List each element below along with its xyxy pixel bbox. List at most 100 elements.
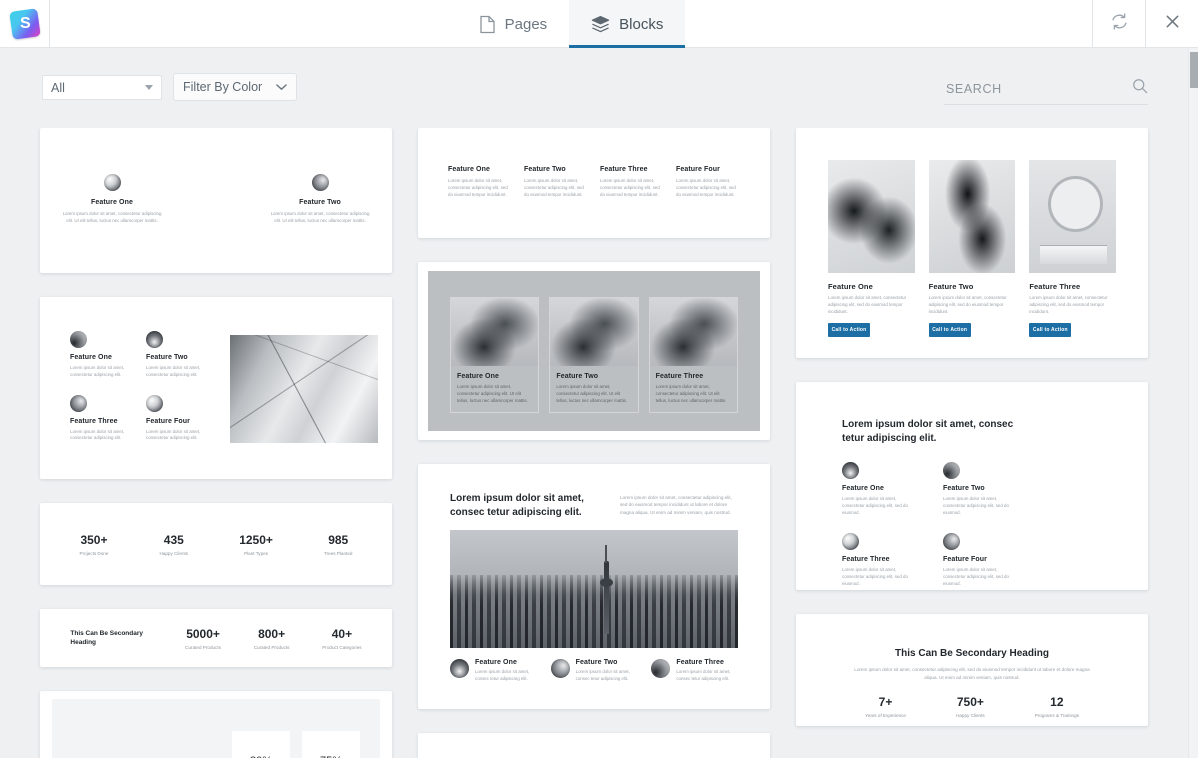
stat-value: 985 [328,532,349,547]
block-feature: Feature One Lorem ipsum dolor sit amet, … [448,166,512,226]
block-card-heading-with-six-features[interactable]: Lorem ipsum dolor sit amet, consec tetur… [796,382,1148,590]
stat-label: Trees Planted [324,550,353,556]
feature-body: Lorem ipsum dolor sit amet, consectetur … [655,384,727,403]
feature-body: Lorem ipsum dolor sit amet, consectetur … [1029,295,1108,314]
blocks-column-3: Feature One Lorem ipsum dolor sit amet, … [796,128,1148,750]
block-image [828,160,915,273]
feature-title: Feature One [91,199,133,206]
feature-title: Feature Three [676,659,724,666]
stat-value: 40+ [331,626,353,641]
feature-body: Lorem ipsum dolor sit amet, consec tetur… [575,669,630,681]
feature-body: Lorem ipsum dolor sit amet, consectetur … [600,178,660,197]
feature-icon [70,331,87,348]
filter-toolbar: All Filter By Color [0,48,1198,128]
stat-item: 350+ Projects Done [80,533,109,556]
cta-button[interactable]: Call to Action [928,323,971,338]
stat-value: 435 [163,532,184,547]
feature-body: Lorem ipsum dolor sit amet, consectetur … [448,178,508,197]
feature-icon [943,533,960,551]
block-card-three-image-cards[interactable]: Feature One Lorem ipsum dolor sit amet, … [418,262,770,440]
block-feature: Feature Three Lorem ipsum dolor sit amet… [651,659,738,683]
vertical-scrollbar[interactable] [1188,48,1198,758]
feature-body: Lorem ipsum dolor sit amet, consectetur … [524,178,584,197]
feature-body: Lorem ipsum dolor sit amet, consec tetur… [475,669,530,681]
close-button[interactable] [1145,0,1198,47]
feature-title: Feature One [457,373,499,380]
block-feature: Feature Four Lorem ipsum dolor sit amet,… [943,533,1010,587]
progress-percent: 80% [232,731,290,758]
feature-icon [651,659,671,678]
feature-title: Feature Four [943,556,987,564]
block-feature: Feature Two Lorem ipsum dolor sit amet, … [943,462,1010,516]
feature-icon [70,394,87,412]
search-field[interactable] [944,73,1148,105]
stat-value: 750+ [956,694,984,709]
feature-title: Feature One [475,659,517,666]
feature-title: Feature One [842,485,884,492]
brand-logo-icon: S [8,7,41,40]
blocks-board: Feature One Lorem ipsum dolor sit amet, … [0,128,1190,758]
search-input[interactable] [944,80,1126,97]
feature-title: Feature Three [655,373,704,380]
feature-body: Lorem ipsum dolor sit amet, consectetur … [146,428,201,441]
block-feature: Feature Three Lorem ipsum dolor sit amet… [842,533,909,587]
block-card-three-portrait-cards-cta[interactable]: Feature One Lorem ipsum dolor sit amet, … [796,128,1148,358]
stat-item: 800+ Curated Products [254,627,290,650]
stat-item: 5000+ Curated Products [185,627,221,650]
stat-value: 800+ [258,626,286,641]
block-image [649,298,737,366]
stat-item: 1250+ Plant Types [239,533,273,556]
brand-logo-letter: S [19,14,30,32]
refresh-button[interactable] [1092,0,1145,47]
feature-title: Feature One [70,354,112,361]
stat-item: 40+ Product Categories [322,627,361,650]
feature-icon [943,462,960,479]
block-image [230,335,378,443]
block-image [450,530,738,648]
block-feature: Feature Four Lorem ipsum dolor sit amet,… [146,394,208,443]
block-feature: Feature Two Lorem ipsum dolor sit amet, … [146,331,208,379]
feature-body: Lorem ipsum dolor sit amet, consectetur … [62,211,162,223]
block-card-heading-with-three-counters[interactable]: This Can Be Secondary Heading 5000+ Cura… [40,609,392,667]
feature-body: Lorem ipsum dolor sit amet, consectetur … [842,496,908,515]
tab-blocks[interactable]: Blocks [569,0,686,48]
block-card-four-column-text-features[interactable]: Feature One Lorem ipsum dolor sit amet, … [418,128,770,238]
stat-label: Projects Done [79,550,109,556]
block-body: Lorem ipsum dolor sit amet, consectetur … [854,667,1090,680]
color-filter-select[interactable]: Filter By Color [173,73,297,101]
scrollbar-thumb[interactable] [1190,52,1198,88]
blocks-column-2: Feature One Lorem ipsum dolor sit amet, … [418,128,770,758]
feature-body: Lorem ipsum dolor sit amet, consectetur … [943,567,1009,587]
block-card-four-counters[interactable]: 350+ Projects Done 435 Happy Clients 125… [40,503,392,585]
feature-title: Feature Three [1029,282,1081,291]
block-card-hero-image-with-features[interactable]: Lorem ipsum dolor sit amet, consec tetur… [418,464,770,709]
feature-icon [146,331,163,348]
feature-title: Feature One [828,282,873,291]
block-card-centered-heading-counters[interactable]: This Can Be Secondary Heading Lorem ipsu… [796,614,1148,726]
block-card-four-features-with-image[interactable]: Feature One Lorem ipsum dolor sit amet, … [40,297,392,479]
feature-body: Lorem ipsum dolor sit amet, consectetur … [828,295,907,314]
category-filter-select[interactable]: All [42,75,162,100]
block-feature: Feature Three Lorem ipsum dolor sit amet… [648,297,738,414]
block-feature: Feature One Lorem ipsum dolor sit amet, … [842,462,909,516]
block-card-two-feature-icons-centered[interactable]: Feature One Lorem ipsum dolor sit amet, … [40,128,392,273]
block-heading: Lorem ipsum dolor sit amet, consec tetur… [450,493,584,518]
block-card-progress-percent[interactable]: 80% 75% [40,691,392,758]
feature-title: Feature Two [556,373,599,380]
stat-value: 350+ [80,532,108,547]
feature-title: Feature Three [842,556,890,564]
feature-body: Lorem ipsum dolor sit amet, consectetur … [842,567,908,587]
progress-percent: 75% [302,731,360,758]
close-icon [1164,13,1181,35]
search-icon[interactable] [1132,78,1148,99]
tab-pages[interactable]: Pages [457,0,570,48]
cta-button[interactable]: Call to Action [1029,323,1072,338]
block-feature: Feature Two Lorem ipsum dolor sit amet, … [928,160,1016,338]
category-filter-value: All [51,80,65,95]
block-feature: Feature One Lorem ipsum dolor sit amet, … [70,331,132,379]
block-card-partial[interactable] [418,733,770,758]
feature-title: Feature Two [943,485,985,492]
block-feature: Feature Three Lorem ipsum dolor sit amet… [1029,160,1117,338]
feature-icon [311,174,329,191]
cta-button[interactable]: Call to Action [828,323,870,338]
